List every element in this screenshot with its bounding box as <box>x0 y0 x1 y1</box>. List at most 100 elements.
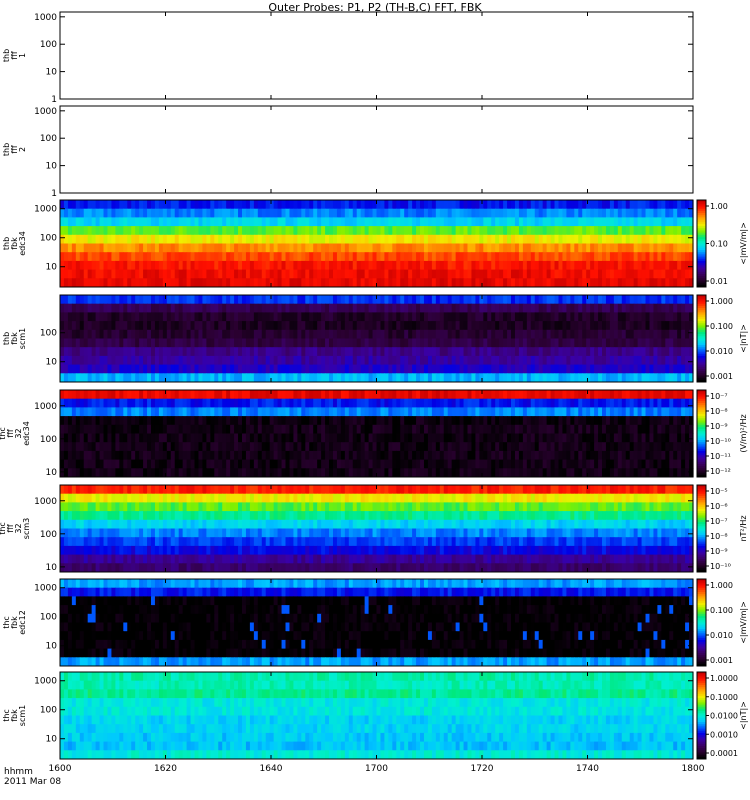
heatmap-cell <box>360 321 366 331</box>
heatmap-cell <box>467 407 473 417</box>
heatmap-cell <box>665 243 670 253</box>
heatmap-cell <box>249 269 255 279</box>
heatmap-cell <box>435 269 441 279</box>
heatmap-cell <box>257 208 263 218</box>
heatmap-cell <box>214 234 219 244</box>
heatmap-cell <box>479 450 484 460</box>
heatmap-cell <box>238 450 243 460</box>
heatmap-cell <box>360 450 366 460</box>
heatmap-cell <box>463 373 469 383</box>
heatmap-cell <box>590 468 595 478</box>
heatmap-cell <box>475 217 480 227</box>
heatmap-cell <box>392 303 397 313</box>
heatmap-cell <box>253 252 259 262</box>
heatmap-cell <box>582 373 587 383</box>
heatmap-cell <box>384 398 389 408</box>
heatmap-cell <box>443 312 449 322</box>
heatmap-cell <box>645 398 651 408</box>
heatmap-cell <box>107 373 113 383</box>
heatmap-cell <box>388 217 393 227</box>
heatmap-cell <box>265 390 271 400</box>
heatmap-cell <box>392 234 397 244</box>
heatmap-cell <box>586 390 591 400</box>
heatmap-cell <box>380 398 386 408</box>
heatmap-cell <box>467 364 473 374</box>
heatmap-cell <box>238 321 243 331</box>
heatmap-cell <box>396 416 401 426</box>
heatmap-cell <box>313 355 318 365</box>
heatmap-cell <box>542 407 548 417</box>
heatmap-cell <box>241 312 247 322</box>
heatmap-cell <box>685 407 690 417</box>
heatmap-cell <box>360 424 366 434</box>
heatmap-cell <box>677 269 682 279</box>
heatmap-cell <box>451 312 457 322</box>
heatmap-cell <box>368 355 374 365</box>
heatmap-cell <box>503 329 508 339</box>
heatmap-cell <box>637 329 643 339</box>
heatmap-cell <box>206 407 211 417</box>
heatmap-cell <box>376 200 382 210</box>
heatmap-cell <box>321 433 326 443</box>
heatmap-cell <box>605 433 611 443</box>
heatmap-cell <box>166 278 172 288</box>
heatmap-cell <box>459 355 465 365</box>
heatmap-cell <box>147 208 152 218</box>
heatmap-cell <box>190 303 196 313</box>
heatmap-cell <box>139 450 144 460</box>
heatmap-cell <box>368 442 374 452</box>
heatmap-cell <box>95 234 101 244</box>
heatmap-cell <box>384 243 389 253</box>
heatmap-cell <box>594 295 599 305</box>
heatmap-cell <box>518 390 524 400</box>
heatmap-cell <box>570 269 575 279</box>
heatmap-cell <box>530 459 536 469</box>
heatmap-cell <box>218 226 223 236</box>
heatmap-cell <box>360 226 366 236</box>
heatmap-cell <box>637 208 643 218</box>
heatmap-cell <box>566 442 571 452</box>
heatmap-cell <box>154 459 160 469</box>
heatmap-cell <box>380 407 386 417</box>
heatmap-cell <box>443 329 449 339</box>
heatmap-cell <box>431 433 437 443</box>
heatmap-cell <box>605 260 611 270</box>
heatmap-cell <box>194 364 200 374</box>
heatmap-cell <box>443 338 449 348</box>
heatmap-cell <box>673 442 678 452</box>
heatmap-cell <box>681 338 686 348</box>
heatmap-cell <box>677 217 682 227</box>
heatmap-cell <box>131 416 136 426</box>
heatmap-cell <box>380 200 386 210</box>
heatmap-cell <box>170 416 176 426</box>
heatmap-cell <box>226 303 231 313</box>
heatmap-cell <box>336 295 342 305</box>
heatmap-cell <box>253 269 259 279</box>
heatmap-cell <box>463 424 469 434</box>
heatmap-cell <box>392 416 397 426</box>
heatmap-cell <box>107 226 113 236</box>
heatmap-cell <box>479 260 484 270</box>
heatmap-cell <box>127 416 132 426</box>
heatmap-cell <box>645 303 651 313</box>
heatmap-cell <box>182 373 188 383</box>
heatmap-cell <box>241 338 247 348</box>
heatmap-cell <box>329 347 334 357</box>
heatmap-cell <box>99 252 105 262</box>
heatmap-cell <box>63 278 69 288</box>
heatmap-cell <box>352 416 358 426</box>
heatmap-cell <box>329 226 334 236</box>
heatmap-cell <box>558 243 564 253</box>
heatmap-cell <box>420 390 425 400</box>
heatmap-cell <box>507 329 512 339</box>
heatmap-cell <box>75 208 81 218</box>
heatmap-cell <box>483 226 488 236</box>
heatmap-cell <box>348 321 354 331</box>
heatmap-cell <box>609 364 615 374</box>
heatmap-cell <box>329 373 334 383</box>
heatmap-cell <box>158 217 164 227</box>
heatmap-cell <box>301 433 306 443</box>
heatmap-cell <box>139 373 144 383</box>
heatmap-cell <box>265 407 271 417</box>
heatmap-cell <box>522 338 528 348</box>
